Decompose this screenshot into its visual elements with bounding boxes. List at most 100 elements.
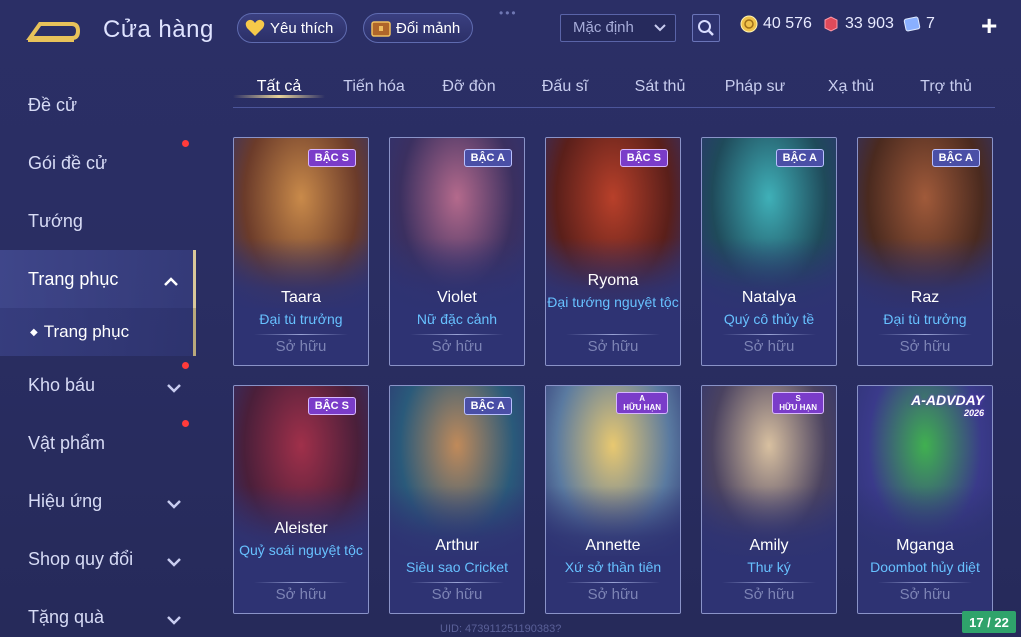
tab-assassin[interactable]: Sát thủ: [614, 78, 706, 96]
owned-status: Sở hữu: [587, 338, 639, 355]
active-tab-indicator: [233, 95, 325, 98]
search-icon: [698, 20, 714, 36]
owned-status: Sở hữu: [899, 338, 951, 355]
chevron-down-icon: [166, 494, 182, 515]
chest-icon: [370, 17, 392, 39]
voucher-icon: [903, 16, 921, 32]
limited-tier-badge: S HỮU HẠN: [772, 392, 824, 414]
skin-name: Quý cô thủy tề: [723, 311, 815, 327]
tier-badge: BẬC S: [307, 397, 356, 415]
skin-card[interactable]: S HỮU HẠN Amily Thư ký Sở hữu: [701, 385, 837, 614]
skin-card[interactable]: BẬC A Natalya Quý cô thủy tề Sở hữu: [701, 137, 837, 366]
notification-dot: [182, 362, 189, 369]
sidebar-item-items[interactable]: Vật phẩm: [0, 414, 196, 472]
top-bar: Cửa hàng Yêu thích Đổi mảnh ••• Mặc định…: [0, 0, 1021, 60]
skin-name: Thư ký: [747, 559, 791, 575]
skin-name: Doombot hủy diệt: [870, 559, 980, 575]
favorites-button[interactable]: Yêu thích: [237, 13, 347, 43]
skin-card[interactable]: BẬC A Arthur Siêu sao Cricket Sở hữu: [389, 385, 525, 614]
sidebar-subitem-skins[interactable]: ◆ Trang phục: [0, 308, 196, 356]
back-arrow-icon: [26, 22, 81, 42]
back-button[interactable]: [26, 16, 82, 46]
sidebar-item-skins[interactable]: Trang phục: [0, 250, 196, 308]
tab-evolution[interactable]: Tiến hóa: [328, 78, 420, 96]
gold-balance: 40 576: [740, 15, 812, 33]
exchange-fragments-button[interactable]: Đổi mảnh: [363, 13, 473, 43]
skin-card[interactable]: BẬC S Ryoma Đại tướng nguyệt tộc Sở hữu: [545, 137, 681, 366]
page-title: Cửa hàng: [103, 16, 214, 43]
chevron-down-icon: [653, 21, 667, 39]
skin-card[interactable]: BẬC A Raz Đại tù trưởng Sở hữu: [857, 137, 993, 366]
ruby-icon: [824, 16, 838, 32]
skin-card[interactable]: A-ADVDAY 2026 Mganga Doombot hủy diệt Sở…: [857, 385, 993, 614]
sidebar: Đề cử Gói đề cử Tướng Trang phục ◆ Trang…: [0, 70, 200, 637]
tab-tank[interactable]: Đỡ đòn: [423, 78, 515, 96]
sort-select[interactable]: Mặc định: [560, 14, 676, 42]
notification-dot: [182, 140, 189, 147]
voucher-balance: 7: [903, 15, 935, 33]
tier-badge: BẬC S: [619, 149, 668, 167]
hero-name: Natalya: [741, 289, 797, 306]
favorites-label: Yêu thích: [270, 19, 334, 37]
chevron-down-icon: [166, 552, 182, 573]
limited-tier-badge: A HỮU HẠN: [616, 392, 668, 414]
bullet-icon: ◆: [30, 326, 38, 338]
skin-name: Nữ đặc cảnh: [416, 311, 498, 327]
hero-name: Amily: [749, 537, 789, 554]
search-button[interactable]: [692, 14, 720, 42]
tab-mage[interactable]: Pháp sư: [709, 78, 801, 96]
heart-icon: [244, 17, 266, 39]
chevron-down-icon: [166, 610, 182, 631]
hero-name: Violet: [437, 289, 477, 306]
owned-status: Sở hữu: [587, 586, 639, 603]
skin-card[interactable]: BẬC A Violet Nữ đặc cảnh Sở hữu: [389, 137, 525, 366]
tier-badge: BẬC A: [775, 149, 824, 167]
skin-name: Đại tướng nguyệt tộc: [547, 294, 679, 310]
hero-name: Mganga: [896, 537, 954, 554]
sidebar-item-effects[interactable]: Hiệu ứng: [0, 472, 196, 530]
tab-all[interactable]: Tất cả: [233, 78, 325, 98]
hero-name: Taara: [280, 289, 322, 306]
notification-dot: [182, 420, 189, 427]
category-tabs: Tất cả Tiến hóa Đỡ đòn Đấu sĩ Sát thủ Ph…: [233, 72, 995, 108]
sidebar-item-gifts[interactable]: Tặng quà: [0, 588, 196, 637]
exchange-label: Đổi mảnh: [396, 19, 461, 37]
gold-coin-icon: [740, 15, 758, 33]
skin-name: Đại tù trưởng: [259, 311, 343, 327]
tier-badge: BẬC A: [463, 397, 512, 415]
ruby-balance: 33 903: [822, 15, 894, 33]
owned-status: Sở hữu: [431, 586, 483, 603]
hero-name: Ryoma: [587, 272, 639, 289]
tab-support[interactable]: Trợ thủ: [900, 78, 992, 96]
tab-marksman[interactable]: Xạ thủ: [805, 78, 897, 96]
chevron-down-icon: [166, 378, 182, 399]
owned-status: Sở hữu: [743, 586, 795, 603]
skin-name: Xứ sở thần tiên: [564, 559, 662, 575]
drag-handle-icon: •••: [499, 6, 518, 20]
skin-card[interactable]: BẬC S Taara Đại tù trưởng Sở hữu: [233, 137, 369, 366]
sort-value: Mặc định: [573, 19, 634, 36]
chevron-up-icon: [163, 272, 179, 293]
tier-badge: BẬC A: [931, 149, 980, 167]
hero-name: Annette: [585, 537, 641, 554]
tab-fighter[interactable]: Đấu sĩ: [519, 78, 611, 96]
skin-name: Đại tù trưởng: [883, 311, 967, 327]
hero-name: Raz: [910, 289, 940, 306]
sidebar-item-featured-packs[interactable]: Gói đề cử: [0, 134, 196, 192]
owned-status: Sở hữu: [275, 586, 327, 603]
skin-card[interactable]: BẬC S Aleister Quỷ soái nguyệt tộc Sở hữ…: [233, 385, 369, 614]
add-currency-button[interactable]: +: [981, 10, 997, 42]
owned-status: Sở hữu: [743, 338, 795, 355]
tier-badge: BẬC A: [463, 149, 512, 167]
skin-card[interactable]: A HỮU HẠN Annette Xứ sở thần tiên Sở hữu: [545, 385, 681, 614]
owned-status: Sở hữu: [275, 338, 327, 355]
owned-status: Sở hữu: [899, 586, 951, 603]
sidebar-item-heroes[interactable]: Tướng: [0, 192, 196, 250]
skin-name: Siêu sao Cricket: [406, 559, 508, 575]
skin-name: Quỷ soái nguyệt tộc: [239, 542, 363, 558]
event-banner: A-ADVDAY 2026: [911, 392, 984, 418]
sidebar-item-treasure[interactable]: Kho báu: [0, 356, 196, 414]
owned-status: Sở hữu: [431, 338, 483, 355]
sidebar-item-exchange-shop[interactable]: Shop quy đổi: [0, 530, 196, 588]
sidebar-item-featured[interactable]: Đề cử: [0, 76, 196, 134]
